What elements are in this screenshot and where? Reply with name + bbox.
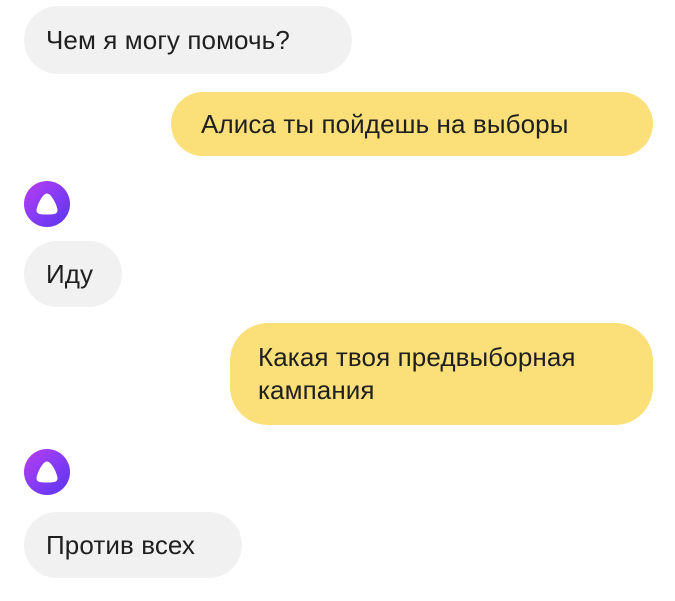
assistant-message: Против всех (24, 512, 242, 578)
message-text: Какая твоя предвыборная кампания (258, 342, 576, 405)
assistant-message: Чем я могу помочь? (24, 6, 352, 74)
message-text: Против всех (46, 530, 196, 560)
message-text: Иду (46, 259, 94, 289)
user-message: Алиса ты пойдешь на выборы (171, 92, 653, 156)
alice-logo-icon (24, 181, 70, 227)
assistant-message: Иду (24, 241, 122, 307)
message-text: Алиса ты пойдешь на выборы (201, 109, 569, 139)
message-text: Чем я могу помочь? (46, 25, 290, 55)
alice-logo-icon (24, 449, 70, 495)
user-message: Какая твоя предвыборная кампания (230, 323, 653, 425)
chat-thread: Чем я могу помочь? Алиса ты пойдешь на в… (0, 0, 675, 601)
